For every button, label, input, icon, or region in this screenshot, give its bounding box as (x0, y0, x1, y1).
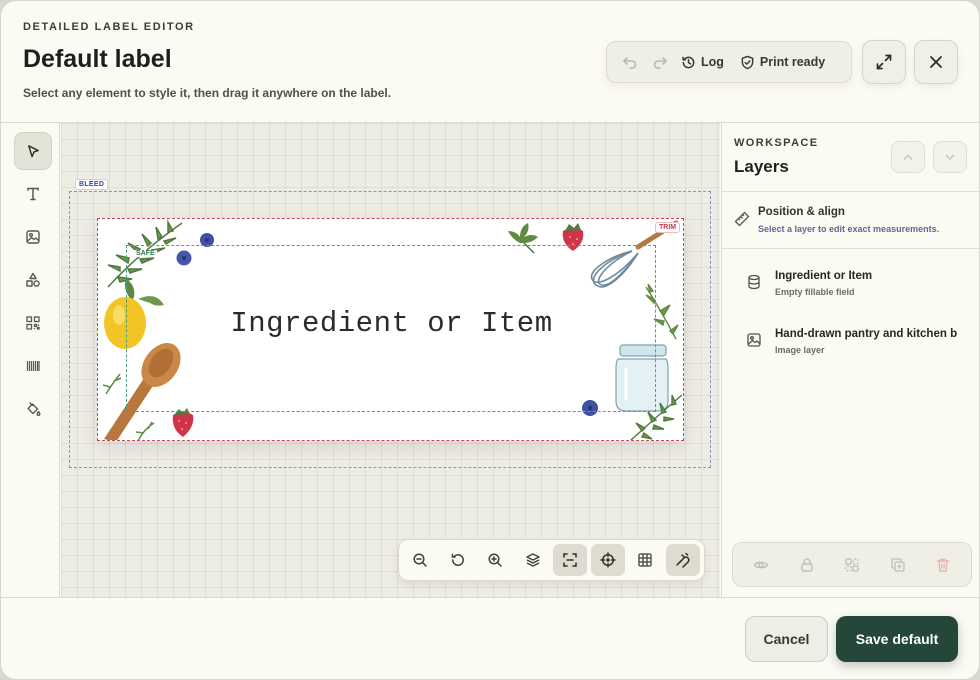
move-layer-up-button[interactable] (891, 141, 925, 173)
crosshair-icon (599, 552, 616, 568)
bleed-tag: BLEED (75, 179, 109, 190)
editor-eyebrow: DETAILED LABEL EDITOR (23, 21, 195, 33)
redo-icon[interactable] (645, 47, 675, 77)
layers-icon (525, 553, 540, 567)
footer-divider (1, 597, 979, 598)
workspace-eyebrow: WORKSPACE (734, 137, 819, 149)
workspace-title: Layers (734, 157, 789, 176)
zoom-in-icon (488, 553, 502, 567)
tool-rail (1, 123, 60, 597)
duplicate-icon[interactable] (890, 557, 906, 573)
zoom-out-icon (413, 553, 427, 567)
grid-icon (638, 553, 652, 567)
pointer-icon (27, 144, 39, 157)
close-icon (930, 56, 942, 68)
panel-divider (722, 248, 979, 249)
expand-icon (876, 54, 892, 70)
grid-toggle-button[interactable] (628, 544, 662, 576)
layer-type: Image layer (775, 345, 825, 355)
text-icon (27, 187, 39, 201)
image-icon (746, 332, 762, 353)
panel-divider (722, 191, 979, 192)
position-align-hint: Select a layer to edit exact measurement… (758, 224, 940, 234)
cancel-button[interactable]: Cancel (745, 616, 828, 662)
trash-icon[interactable] (935, 557, 951, 573)
undo-icon[interactable] (615, 47, 645, 77)
trim-tag: TRIM (655, 222, 681, 233)
history-toolbar: Log Print ready (606, 41, 852, 83)
position-align-title[interactable]: Position & align (758, 206, 845, 218)
page-subtitle: Select any element to style it, then dra… (23, 86, 392, 100)
fit-frame-button[interactable] (553, 544, 587, 576)
eye-icon[interactable] (753, 557, 769, 573)
text-tool[interactable] (14, 175, 52, 213)
chevron-down-icon (945, 154, 955, 161)
print-ready-label: Print ready (759, 55, 826, 69)
print-ready-button[interactable]: Print ready (734, 47, 831, 77)
layer-name: Hand-drawn pantry and kitchen b (775, 328, 958, 340)
move-layer-down-button[interactable] (933, 141, 967, 173)
workspace-panel: WORKSPACE Layers Position & align Select… (721, 123, 979, 597)
paint-bucket-icon (27, 402, 41, 416)
save-default-button[interactable]: Save default (836, 616, 958, 662)
label-text-field[interactable]: Ingredient or Item (98, 307, 683, 340)
barcode-icon (26, 361, 40, 371)
image-icon (26, 230, 40, 244)
reset-rotate-icon (451, 553, 464, 566)
snap-icon (675, 552, 690, 568)
zoom-out-button[interactable] (403, 544, 437, 576)
layer-item[interactable]: Hand-drawn pantry and kitchen b Image la… (746, 328, 979, 362)
log-label: Log (701, 55, 724, 69)
zoom-in-button[interactable] (478, 544, 512, 576)
fill-tool[interactable] (14, 390, 52, 428)
strawberry (172, 408, 194, 437)
barcode-tool[interactable] (14, 347, 52, 385)
layer-type: Empty fillable field (775, 287, 855, 297)
design-canvas[interactable]: BLEED SAFE TRIM Ingredient or Item (61, 123, 720, 597)
select-tool[interactable] (14, 132, 52, 170)
safe-tag: SAFE (134, 250, 157, 257)
shapes-icon (26, 272, 40, 287)
label-editor-modal: DETAILED LABEL EDITOR Default label Sele… (0, 0, 980, 680)
view-toolbar (398, 539, 705, 581)
fit-frame-icon (563, 553, 577, 567)
layers-button[interactable] (516, 544, 550, 576)
layer-actions-bar (732, 542, 972, 587)
snap-toggle-button[interactable] (665, 544, 700, 576)
history-icon (682, 56, 695, 68)
page-title: Default label (23, 45, 172, 73)
ruler-icon (734, 211, 750, 232)
layer-name: Ingredient or Item (775, 270, 873, 282)
log-button[interactable]: Log (675, 47, 730, 77)
shapes-tool[interactable] (14, 261, 52, 299)
group-icon[interactable] (844, 557, 860, 573)
qr-code-icon (26, 316, 40, 330)
image-tool[interactable] (14, 218, 52, 256)
lock-icon[interactable] (799, 557, 815, 573)
chevron-up-icon (903, 154, 913, 160)
reset-view-button[interactable] (441, 544, 475, 576)
qr-tool[interactable] (14, 304, 52, 342)
center-guides-button[interactable] (590, 544, 625, 576)
label-artboard[interactable]: SAFE TRIM Ingredient or Item (97, 218, 684, 441)
database-icon (746, 274, 762, 295)
expand-button[interactable] (862, 40, 906, 84)
layer-item[interactable]: Ingredient or Item Empty fillable field (746, 270, 979, 304)
shield-check-icon (741, 55, 754, 69)
close-button[interactable] (914, 40, 958, 84)
